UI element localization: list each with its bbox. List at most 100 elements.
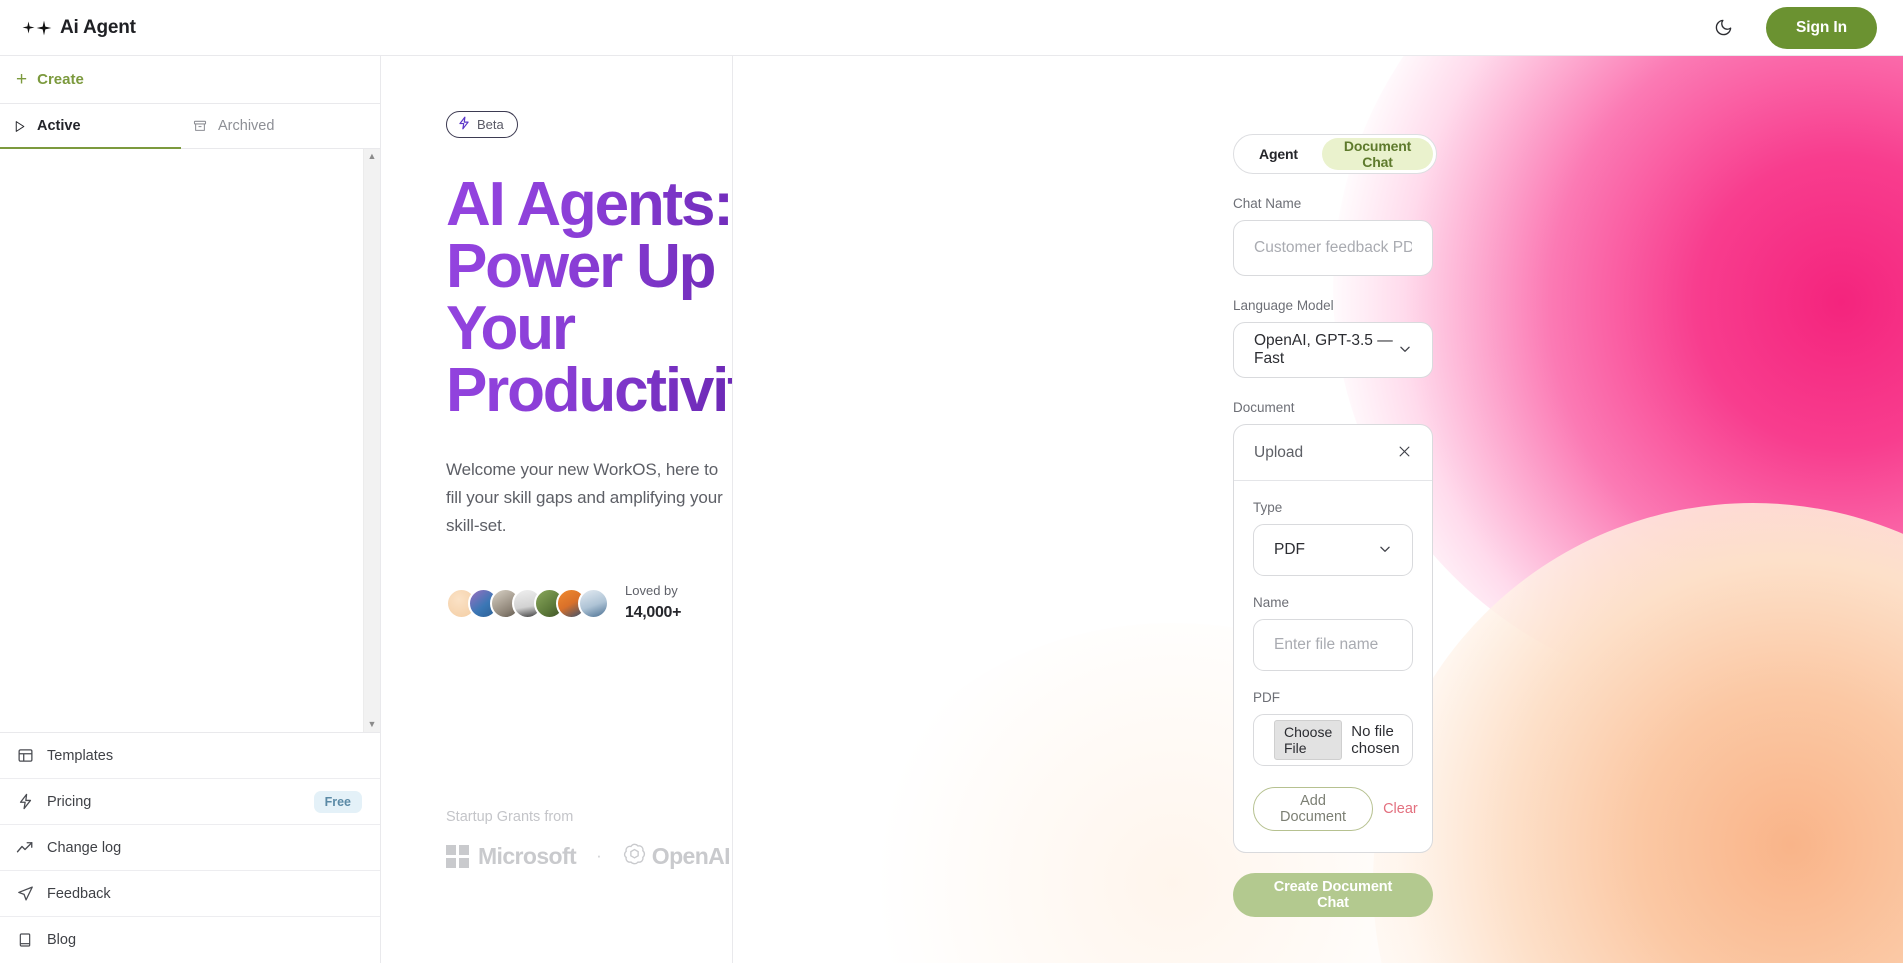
layout-icon [16, 747, 34, 765]
right-panel: Agent Document Chat Chat Name Language M… [733, 56, 1903, 963]
hero-subtitle: Welcome your new WorkOS, here to fill yo… [446, 460, 723, 536]
sidebar-label-feedback: Feedback [47, 885, 111, 902]
upload-card-title: Upload [1254, 443, 1304, 461]
sidebar-list-area: ▲ ▼ [0, 149, 380, 732]
type-select[interactable]: PDF [1253, 524, 1413, 576]
beta-badge: Beta [446, 111, 518, 138]
grants-logos: Microsoft · OpenAI [446, 841, 731, 871]
sidebar-item-blog[interactable]: Blog [0, 917, 380, 963]
grants-label: Startup Grants from [446, 809, 574, 825]
loved-by-count: 14,000+ [625, 603, 682, 621]
sparkles-icon [22, 20, 52, 36]
language-model-value: OpenAI, GPT-3.5 — Fast [1254, 332, 1393, 367]
play-icon [10, 117, 28, 135]
upload-card-actions: Add Document Clear [1253, 787, 1418, 831]
trend-up-icon [16, 839, 34, 857]
loved-by-text: Loved by 14,000+ [625, 582, 681, 624]
tab-active[interactable]: Active [0, 104, 181, 149]
sidebar-item-feedback[interactable]: Feedback [0, 871, 380, 917]
body-row: + Create Active Archived ▲ ▼ Templates P… [0, 56, 1903, 963]
archive-icon [191, 117, 209, 135]
tab-agent[interactable]: Agent [1237, 138, 1320, 170]
chat-name-input[interactable] [1233, 220, 1433, 276]
openai-logo: OpenAI [622, 841, 731, 871]
file-name-label: Name [1253, 595, 1290, 610]
type-field: Type PDF [1253, 500, 1413, 576]
sidebar-item-changelog[interactable]: Change log [0, 825, 380, 871]
chevron-down-icon [1378, 542, 1392, 559]
page-title: AI Agents: Power Up Your Productivity [446, 170, 732, 425]
type-label: Type [1253, 500, 1283, 515]
sidebar-label-pricing: Pricing [47, 793, 92, 810]
main-hero: Beta AI Agents: Power Up Your Productivi… [381, 56, 733, 963]
sidebar-label-templates: Templates [47, 747, 114, 764]
microsoft-squares-icon [446, 844, 469, 868]
sidebar-item-templates[interactable]: Templates [0, 733, 380, 779]
app-header: Ai Agent Sign In [0, 0, 1903, 56]
social-proof: Loved by 14,000+ [446, 582, 732, 624]
app-root: Ai Agent Sign In + Create Active Archive… [0, 0, 1903, 963]
bolt-icon [16, 793, 34, 811]
clear-button[interactable]: Clear [1373, 795, 1428, 823]
document-field: Document Upload Type PDF Name Enter file… [1233, 400, 1433, 853]
startup-grants: Startup Grants from Microsoft · OpenAI [446, 809, 731, 871]
sidebar-label-blog: Blog [47, 932, 77, 948]
file-status-text: No file chosen [1351, 723, 1400, 757]
chevron-down-icon [1398, 342, 1412, 359]
avatar [578, 587, 609, 619]
logo-separator: · [596, 846, 602, 865]
scroll-up-icon[interactable]: ▲ [368, 152, 377, 161]
sidebar-empty-list [0, 149, 363, 732]
beta-label: Beta [477, 117, 504, 132]
language-model-label: Language Model [1233, 298, 1334, 313]
openai-mark-icon [622, 841, 647, 871]
choose-file-button[interactable]: Choose File [1274, 720, 1343, 760]
header-actions: Sign In [1710, 6, 1877, 49]
pdf-upload-field: PDF Choose File No file chosen [1253, 690, 1413, 766]
upload-card-header: Upload [1234, 425, 1432, 481]
type-value: PDF [1274, 541, 1305, 558]
sign-in-button[interactable]: Sign In [1766, 6, 1877, 49]
moon-icon[interactable] [1710, 15, 1736, 41]
chat-name-field: Chat Name [1233, 196, 1433, 276]
document-label: Document [1233, 400, 1295, 415]
create-button[interactable]: + Create [0, 56, 380, 104]
sidebar-tabs: Active Archived [0, 104, 380, 149]
avatar-group [446, 587, 609, 619]
scroll-down-icon[interactable]: ▼ [368, 720, 377, 729]
loved-by-label: Loved by [625, 583, 678, 599]
brand-name: Ai Agent [60, 16, 136, 38]
sidebar: + Create Active Archived ▲ ▼ Templates P… [0, 56, 381, 963]
plus-icon: + [16, 69, 28, 90]
openai-label: OpenAI [651, 842, 731, 869]
tab-document-chat[interactable]: Document Chat [1321, 138, 1434, 170]
bolt-icon [457, 116, 471, 133]
sidebar-label-changelog: Change log [47, 839, 122, 856]
pdf-file-input[interactable]: Choose File No file chosen [1253, 714, 1413, 766]
pdf-label: PDF [1253, 690, 1280, 705]
create-label: Create [37, 71, 84, 88]
sidebar-scrollbar[interactable]: ▲ ▼ [363, 149, 380, 732]
microsoft-label: Microsoft [478, 842, 577, 869]
chat-name-label: Chat Name [1233, 196, 1302, 211]
brand-logo[interactable]: Ai Agent [22, 17, 136, 39]
language-model-field: Language Model OpenAI, GPT-3.5 — Fast [1233, 298, 1433, 378]
create-document-chat-button[interactable]: Create Document Chat [1233, 873, 1433, 917]
file-name-field: Name [1253, 595, 1413, 671]
tab-archived[interactable]: Archived [181, 104, 362, 148]
tab-archived-label: Archived [218, 118, 275, 134]
microsoft-logo: Microsoft [446, 842, 577, 870]
send-icon [16, 885, 34, 903]
upload-card: Upload Type PDF Name Enter file name PDF… [1233, 424, 1433, 853]
language-model-select[interactable]: OpenAI, GPT-3.5 — Fast [1233, 322, 1433, 378]
book-icon [16, 931, 34, 949]
close-icon[interactable] [1397, 444, 1412, 462]
pricing-badge: Free [313, 790, 362, 813]
upload-card-body: Type PDF Name Enter file name PDF Choose… [1234, 481, 1432, 852]
file-name-input[interactable] [1253, 619, 1413, 671]
mode-toggle: Agent Document Chat [1233, 134, 1438, 174]
sidebar-item-pricing[interactable]: Pricing Free [0, 779, 380, 825]
sidebar-bottom-nav: Templates Pricing Free Change log Feedba… [0, 732, 380, 963]
add-document-button[interactable]: Add Document [1253, 787, 1374, 831]
panel-form: Agent Document Chat Chat Name Language M… [733, 56, 1903, 917]
